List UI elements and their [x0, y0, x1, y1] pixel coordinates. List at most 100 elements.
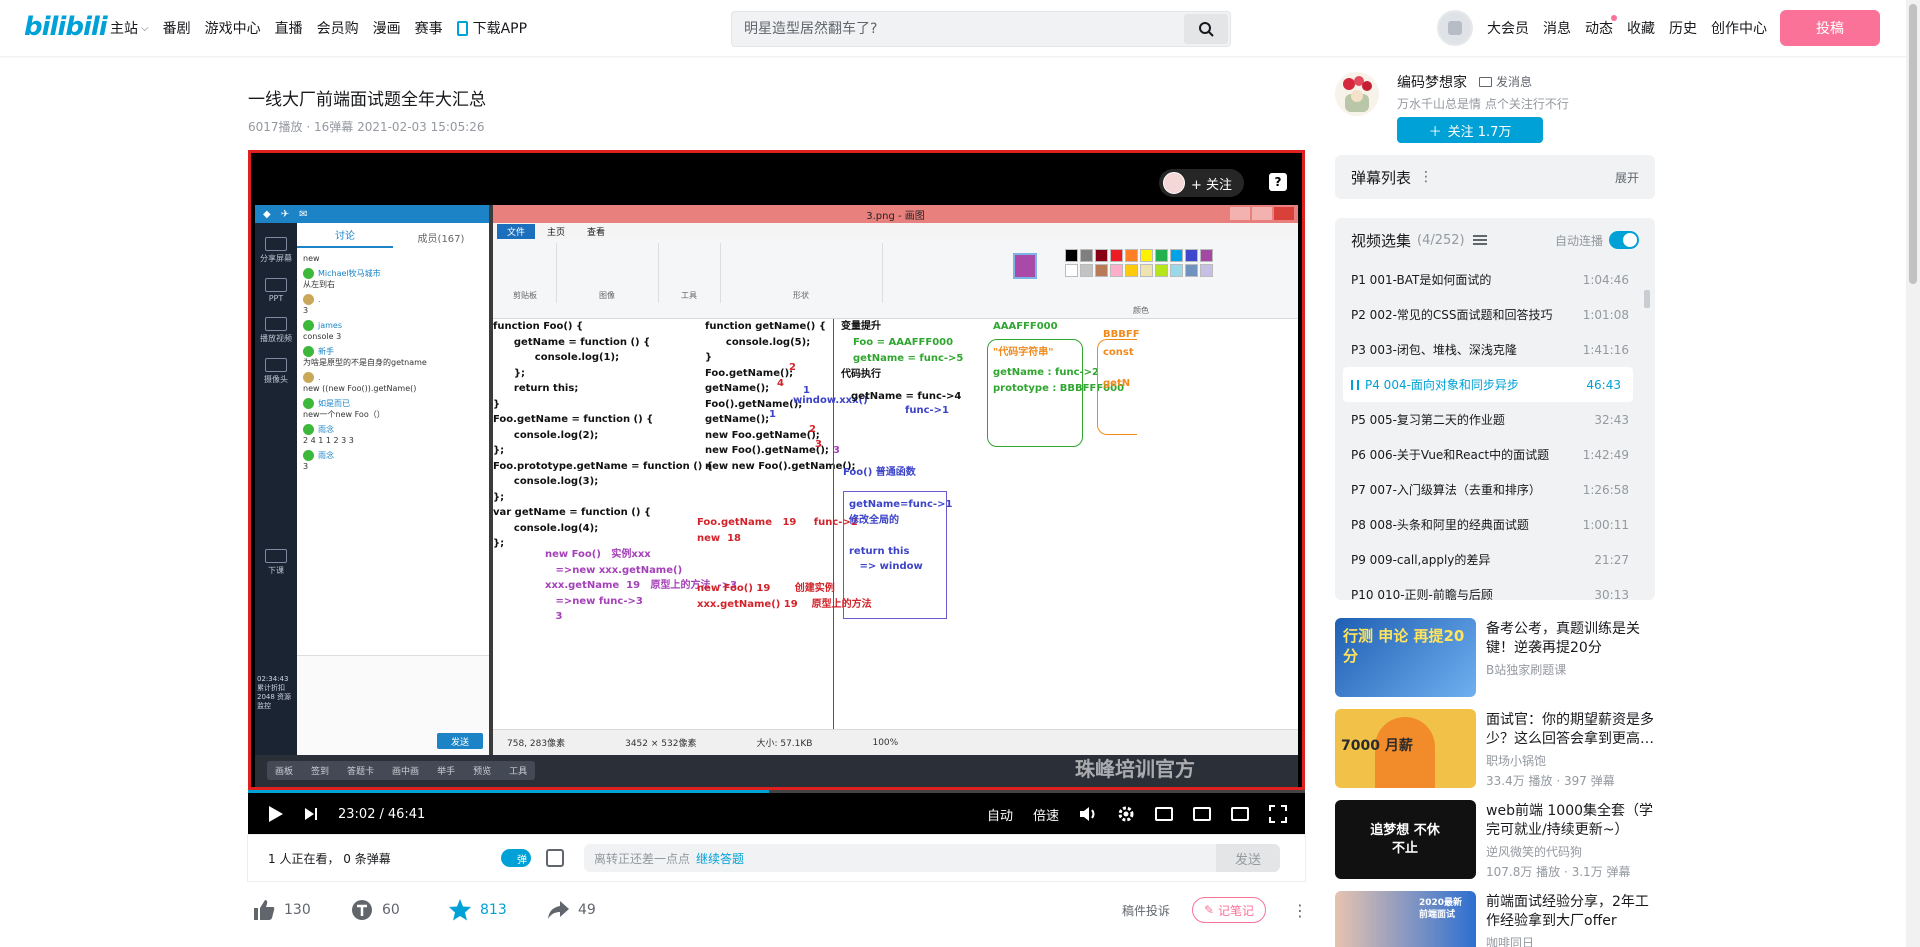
- answer-2: 4: [777, 378, 784, 389]
- nav-history[interactable]: 历史: [1669, 18, 1697, 38]
- exec-line-2: func->1: [905, 405, 950, 416]
- web-fullscreen-icon[interactable]: [1231, 807, 1249, 821]
- nav-messages[interactable]: 消息: [1543, 18, 1571, 38]
- episode-item[interactable]: P8 008-头条和阿里的经典面试题 1:00:11: [1335, 507, 1641, 542]
- video-author[interactable]: 逆风微笑的代码狗: [1486, 843, 1582, 860]
- volume-icon[interactable]: [1079, 806, 1097, 822]
- search-button[interactable]: [1184, 14, 1228, 44]
- episode-item[interactable]: P7 007-入门级算法（去重和排序） 1:26:58: [1335, 472, 1641, 507]
- player-follow-button[interactable]: + 关注: [1159, 169, 1245, 197]
- help-icon[interactable]: ?: [1269, 173, 1287, 191]
- video-title[interactable]: web前端 1000集全套（学完可就业/持续更新~）: [1486, 802, 1656, 840]
- share-button[interactable]: 49: [546, 895, 596, 925]
- answer-1: 2: [789, 362, 796, 373]
- paint-ribbon-tabs: 文件 主页 查看: [493, 223, 1298, 239]
- episode-item-active[interactable]: P4 004-面向对象和同步异步 46:43: [1343, 367, 1633, 402]
- video-toolbar: 130 60 813 49 稿件投诉 ✎ 记笔记 ⋮: [248, 895, 1308, 925]
- video-author[interactable]: 职场小锅饱: [1486, 752, 1546, 769]
- user-avatar[interactable]: [1437, 10, 1473, 46]
- nav-item-live[interactable]: 直播: [275, 18, 303, 38]
- uploader-avatar-image: [1343, 76, 1372, 112]
- play-icon[interactable]: [268, 805, 284, 823]
- nav-creator-center[interactable]: 创作中心: [1711, 18, 1767, 38]
- page-scrollbar-thumb[interactable]: [1909, 4, 1917, 284]
- chat-message: 雨念 2 4 1 1 2 3 3: [303, 424, 354, 445]
- video-author[interactable]: B站独家刷题课: [1486, 661, 1566, 678]
- top-nav: bilibili 主站 ⌵ 番剧 游戏中心 直播 会员购 漫画 赛事 下载APP …: [0, 0, 1920, 56]
- quality-selector[interactable]: 自动: [987, 805, 1013, 824]
- autoplay-switch[interactable]: [1609, 231, 1639, 249]
- upload-button[interactable]: 投稿: [1780, 10, 1880, 46]
- video-title[interactable]: 备考公考，真题训练是关键！逆袭再提20分: [1486, 620, 1656, 658]
- video-thumbnail[interactable]: 2020最新 前端面试: [1335, 891, 1476, 947]
- continue-quiz-link[interactable]: 继续答题: [696, 850, 744, 867]
- video-title[interactable]: 前端面试经验分享，2年工作经验拿到大厂offer: [1486, 893, 1656, 931]
- danmaku-list-header[interactable]: 弹幕列表 ⋮ 展开: [1335, 155, 1655, 199]
- danmaku-send-button[interactable]: 发送: [1216, 844, 1280, 872]
- nav-dynamic[interactable]: 动态: [1585, 15, 1617, 38]
- chat-message: .3: [303, 294, 321, 315]
- page-scrollbar[interactable]: [1906, 0, 1920, 947]
- nav-item-main[interactable]: 主站 ⌵: [110, 18, 149, 38]
- coin-button[interactable]: 60: [350, 895, 400, 925]
- recommended-video[interactable]: 2020最新 前端面试 前端面试经验分享，2年工作经验拿到大厂offer 咖啡同…: [1335, 891, 1655, 947]
- picture-in-picture-icon[interactable]: [1155, 807, 1173, 821]
- search-icon: [1199, 22, 1214, 37]
- video-player[interactable]: + 关注 ? ◆ ✈ ✉ 分享屏幕 PPT 播放视频 摄像头 下课 02:34:43…: [248, 150, 1305, 835]
- normal-function-note: Foo() 普通函数: [843, 467, 916, 478]
- settings-gear-icon[interactable]: [1117, 805, 1135, 823]
- chat-input-area: 发送: [297, 655, 489, 755]
- episode-item[interactable]: P1 001-BAT是如何面试的 1:04:46: [1335, 262, 1641, 297]
- episode-scrollbar[interactable]: [1641, 270, 1651, 588]
- send-message-link[interactable]: 发消息: [1479, 73, 1532, 90]
- answer-4: 1: [769, 409, 776, 420]
- exec-title: 代码执行: [841, 369, 881, 380]
- uploader-avatar[interactable]: [1335, 72, 1379, 116]
- nav-item-esports[interactable]: 赛事: [415, 18, 443, 38]
- follow-button[interactable]: ＋关注 1.7万: [1397, 117, 1543, 143]
- nav-item-download-app[interactable]: 下载APP: [456, 18, 527, 38]
- nav-item-game-center[interactable]: 游戏中心: [205, 18, 261, 38]
- nav-item-manga[interactable]: 漫画: [373, 18, 401, 38]
- autoplay-toggle[interactable]: 自动连播: [1555, 231, 1639, 249]
- speed-selector[interactable]: 倍速: [1033, 805, 1059, 824]
- recommended-video[interactable]: 7000 月薪 面试官：你的期望薪资是多少？这么回答会拿到更高… 职场小锅饱 3…: [1335, 709, 1655, 800]
- report-link[interactable]: 稿件投诉: [1122, 895, 1170, 925]
- recommended-video[interactable]: 行测 申论 再提20分 备考公考，真题训练是关键！逆袭再提20分 B站独家刷题课: [1335, 618, 1655, 709]
- video-frame[interactable]: + 关注 ? ◆ ✈ ✉ 分享屏幕 PPT 播放视频 摄像头 下课 02:34:43…: [248, 150, 1305, 790]
- favorite-button[interactable]: 813: [448, 895, 507, 925]
- nav-item-bangumi[interactable]: 番剧: [163, 18, 191, 38]
- next-icon[interactable]: [304, 807, 318, 821]
- video-thumbnail[interactable]: 追梦想 不休不止: [1335, 800, 1476, 879]
- video-thumbnail[interactable]: 行测 申论 再提20分: [1335, 618, 1476, 697]
- fullscreen-icon[interactable]: [1269, 805, 1287, 823]
- expand-button[interactable]: 展开: [1615, 169, 1639, 186]
- danmaku-toggle[interactable]: 弹: [501, 849, 531, 867]
- video-title[interactable]: 面试官：你的期望薪资是多少？这么回答会拿到更高…: [1486, 711, 1656, 749]
- nav-item-mall[interactable]: 会员购: [317, 18, 359, 38]
- uploader-name[interactable]: 编码梦想家: [1397, 72, 1467, 92]
- kebab-icon[interactable]: ⋮: [1419, 169, 1433, 185]
- episode-item[interactable]: P3 003-闭包、堆栈、深浅克隆 1:41:16: [1335, 332, 1641, 367]
- list-view-icon[interactable]: [1472, 235, 1487, 245]
- like-button[interactable]: 130: [252, 895, 311, 925]
- bilibili-logo[interactable]: bilibili: [24, 12, 108, 42]
- video-thumbnail[interactable]: 7000 月薪: [1335, 709, 1476, 788]
- more-options-icon[interactable]: ⋮: [1292, 895, 1308, 925]
- episode-item[interactable]: P5 005-复习第二天的作业题 32:43: [1335, 402, 1641, 437]
- camera-icon: [265, 358, 287, 372]
- search-input[interactable]: [744, 18, 1174, 40]
- episode-item[interactable]: P6 006-关于Vue和React中的面试题 1:42:49: [1335, 437, 1641, 472]
- episode-item[interactable]: P9 009-call,apply的差异 21:27: [1335, 542, 1641, 577]
- episode-item[interactable]: P2 002-常见的CSS面试题和回答技巧 1:01:08: [1335, 297, 1641, 332]
- nav-favorites[interactable]: 收藏: [1627, 18, 1655, 38]
- episode-item[interactable]: P10 010-正则-前瞻与后顾 30:13: [1335, 577, 1641, 601]
- danmaku-settings-icon[interactable]: [546, 849, 564, 867]
- widescreen-icon[interactable]: [1193, 807, 1211, 821]
- chat-message: 如是而已 new一个new Foo（）: [303, 398, 385, 419]
- danmaku-input[interactable]: 离转正还差一点点 继续答题: [584, 844, 1216, 872]
- nav-vip[interactable]: 大会员: [1487, 18, 1529, 38]
- video-author[interactable]: 咖啡同日: [1486, 934, 1534, 947]
- take-note-button[interactable]: ✎ 记笔记: [1192, 897, 1266, 923]
- recommended-video[interactable]: 追梦想 不休不止 web前端 1000集全套（学完可就业/持续更新~） 逆风微笑…: [1335, 800, 1655, 891]
